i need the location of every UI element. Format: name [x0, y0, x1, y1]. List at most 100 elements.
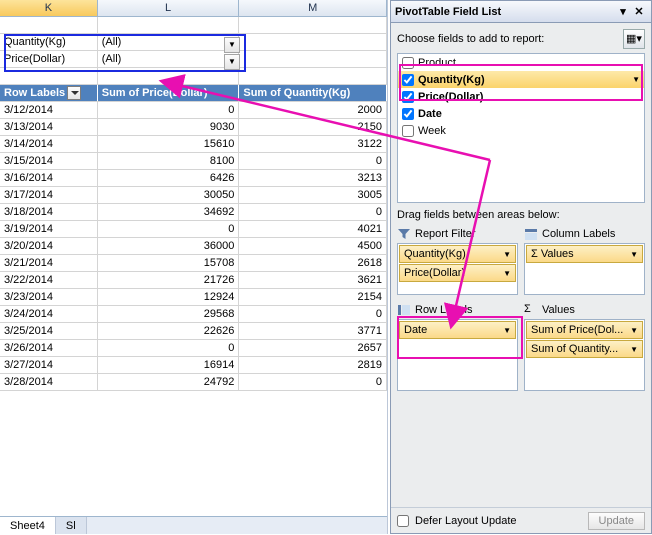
price-cell[interactable]: 0 [98, 221, 240, 237]
col-header-k[interactable]: K [0, 0, 98, 16]
area-chip[interactable]: Quantity(Kg)▼ [399, 245, 516, 263]
table-row[interactable]: 3/25/2014226263771 [0, 323, 387, 340]
col-header-m[interactable]: M [239, 0, 387, 16]
field-item[interactable]: Product [398, 54, 644, 71]
qty-cell[interactable]: 4021 [239, 221, 387, 237]
date-cell[interactable]: 3/20/2014 [0, 238, 98, 254]
row-labels-header[interactable]: Row Labels [0, 85, 98, 101]
layout-options-button[interactable]: ▦▾ [623, 29, 645, 49]
table-row[interactable]: 3/24/2014295680 [0, 306, 387, 323]
table-row[interactable]: 3/28/2014247920 [0, 374, 387, 391]
horizontal-scrollbar[interactable] [87, 518, 387, 534]
qty-cell[interactable]: 2150 [239, 119, 387, 135]
field-checkbox[interactable] [402, 91, 414, 103]
qty-cell[interactable]: 2819 [239, 357, 387, 373]
field-list[interactable]: ProductQuantity(Kg)▼Price(Dollar)DateWee… [397, 53, 645, 203]
values-list[interactable]: Sum of Price(Dol...▼Sum of Quantity...▼ [524, 319, 645, 391]
column-labels-list[interactable]: Σ Values▼ [524, 243, 645, 295]
chevron-down-icon[interactable] [67, 86, 81, 100]
qty-cell[interactable]: 3122 [239, 136, 387, 152]
field-checkbox[interactable] [402, 125, 414, 137]
price-cell[interactable]: 6426 [98, 170, 240, 186]
date-cell[interactable]: 3/18/2014 [0, 204, 98, 220]
date-cell[interactable]: 3/23/2014 [0, 289, 98, 305]
table-row[interactable]: 3/23/2014129242154 [0, 289, 387, 306]
price-cell[interactable]: 24792 [98, 374, 240, 390]
table-row[interactable]: 3/27/2014169142819 [0, 357, 387, 374]
table-row[interactable]: 3/22/2014217263621 [0, 272, 387, 289]
qty-cell[interactable]: 0 [239, 204, 387, 220]
defer-checkbox[interactable] [397, 515, 409, 527]
qty-cell[interactable]: 3213 [239, 170, 387, 186]
qty-cell[interactable]: 2657 [239, 340, 387, 356]
chevron-down-icon[interactable]: ▼ [630, 345, 638, 354]
price-cell[interactable]: 36000 [98, 238, 240, 254]
qty-cell[interactable]: 3005 [239, 187, 387, 203]
qty-cell[interactable]: 3621 [239, 272, 387, 288]
date-cell[interactable]: 3/13/2014 [0, 119, 98, 135]
area-chip[interactable]: Price(Dollar)▼ [399, 264, 516, 282]
date-cell[interactable]: 3/24/2014 [0, 306, 98, 322]
qty-cell[interactable]: 4500 [239, 238, 387, 254]
field-item[interactable]: Price(Dollar) [398, 88, 644, 105]
price-cell[interactable]: 12924 [98, 289, 240, 305]
table-row[interactable]: 3/13/201490302150 [0, 119, 387, 136]
qty-cell[interactable]: 2618 [239, 255, 387, 271]
field-item[interactable]: Quantity(Kg)▼ [398, 71, 644, 88]
qty-cell[interactable]: 0 [239, 306, 387, 322]
area-chip[interactable]: Sum of Price(Dol...▼ [526, 321, 643, 339]
qty-cell[interactable]: 2000 [239, 102, 387, 118]
report-filter-list[interactable]: Quantity(Kg)▼Price(Dollar)▼ [397, 243, 518, 295]
chevron-down-icon[interactable]: ▼ [630, 326, 638, 335]
field-checkbox[interactable] [402, 57, 414, 69]
table-row[interactable]: 3/18/2014346920 [0, 204, 387, 221]
chevron-down-icon[interactable]: ▾ [615, 4, 631, 20]
field-checkbox[interactable] [402, 108, 414, 120]
table-row[interactable]: 3/16/201464263213 [0, 170, 387, 187]
date-cell[interactable]: 3/12/2014 [0, 102, 98, 118]
chevron-down-icon[interactable]: ▼ [503, 326, 511, 335]
tab-next[interactable]: Sl [56, 517, 87, 534]
row-labels-list[interactable]: Date▼ [397, 319, 518, 391]
filter-2-dropdown[interactable]: ▼ [224, 54, 240, 70]
table-row[interactable]: 3/20/2014360004500 [0, 238, 387, 255]
price-cell[interactable]: 9030 [98, 119, 240, 135]
price-cell[interactable]: 16914 [98, 357, 240, 373]
date-cell[interactable]: 3/26/2014 [0, 340, 98, 356]
date-cell[interactable]: 3/14/2014 [0, 136, 98, 152]
date-cell[interactable]: 3/15/2014 [0, 153, 98, 169]
area-chip[interactable]: Date▼ [399, 321, 516, 339]
price-cell[interactable]: 22626 [98, 323, 240, 339]
chevron-down-icon[interactable]: ▼ [632, 75, 640, 84]
tab-sheet4[interactable]: Sheet4 [0, 517, 56, 534]
table-row[interactable]: 3/26/201402657 [0, 340, 387, 357]
values-chip[interactable]: Σ Values▼ [526, 245, 643, 263]
qty-cell[interactable]: 0 [239, 153, 387, 169]
qty-cell[interactable]: 2154 [239, 289, 387, 305]
table-row[interactable]: 3/19/201404021 [0, 221, 387, 238]
close-icon[interactable]: ✕ [631, 4, 647, 20]
price-cell[interactable]: 0 [98, 340, 240, 356]
chevron-down-icon[interactable]: ▼ [503, 269, 511, 278]
table-row[interactable]: 3/17/2014300503005 [0, 187, 387, 204]
date-cell[interactable]: 3/22/2014 [0, 272, 98, 288]
price-cell[interactable]: 30050 [98, 187, 240, 203]
filter-1-dropdown[interactable]: ▼ [224, 37, 240, 53]
field-checkbox[interactable] [402, 74, 414, 86]
area-chip[interactable]: Sum of Quantity...▼ [526, 340, 643, 358]
table-row[interactable]: 3/21/2014157082618 [0, 255, 387, 272]
price-cell[interactable]: 15708 [98, 255, 240, 271]
table-row[interactable]: 3/12/201402000 [0, 102, 387, 119]
date-cell[interactable]: 3/16/2014 [0, 170, 98, 186]
date-cell[interactable]: 3/17/2014 [0, 187, 98, 203]
price-cell[interactable]: 34692 [98, 204, 240, 220]
price-cell[interactable]: 21726 [98, 272, 240, 288]
price-cell[interactable]: 8100 [98, 153, 240, 169]
field-item[interactable]: Date [398, 105, 644, 122]
price-cell[interactable]: 29568 [98, 306, 240, 322]
table-row[interactable]: 3/14/2014156103122 [0, 136, 387, 153]
filter-2-value[interactable]: (All) [98, 51, 240, 67]
price-cell[interactable]: 15610 [98, 136, 240, 152]
date-cell[interactable]: 3/19/2014 [0, 221, 98, 237]
date-cell[interactable]: 3/27/2014 [0, 357, 98, 373]
